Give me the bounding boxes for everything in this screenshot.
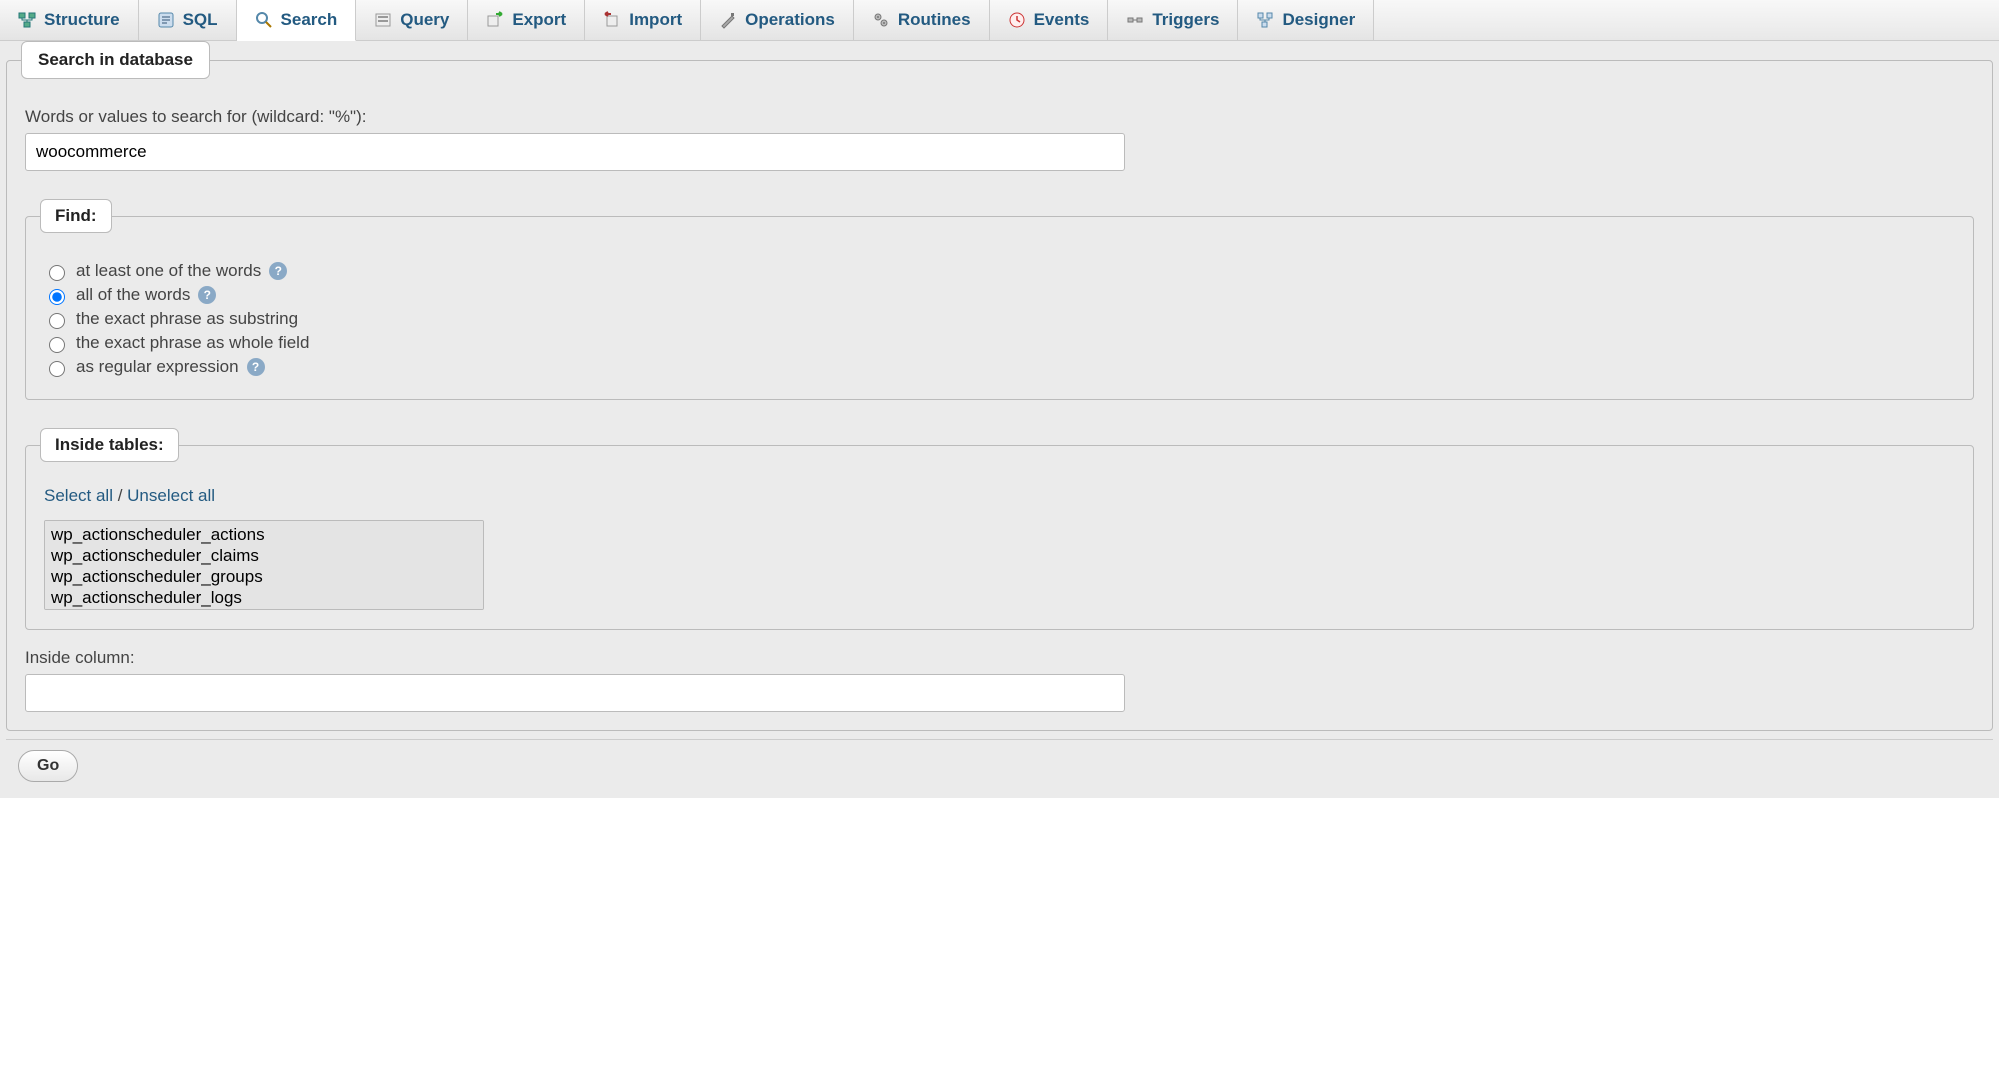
tables-multiselect[interactable]: wp_actionscheduler_actions wp_actionsche…: [44, 520, 484, 610]
find-option-radio-1[interactable]: [49, 289, 65, 305]
table-option[interactable]: wp_actionscheduler_claims: [49, 546, 479, 567]
tab-routines[interactable]: Routines: [854, 0, 990, 40]
search-icon: [255, 11, 273, 29]
go-button[interactable]: Go: [18, 750, 78, 782]
help-icon[interactable]: ?: [247, 358, 265, 376]
events-icon: [1008, 11, 1026, 29]
tab-structure[interactable]: Structure: [0, 0, 139, 40]
tab-label: Structure: [44, 10, 120, 30]
tab-sql[interactable]: SQL: [139, 0, 237, 40]
tab-label: Designer: [1282, 10, 1355, 30]
table-option[interactable]: wp_actionscheduler_groups: [49, 567, 479, 588]
content-area: Search in database Words or values to se…: [0, 41, 1999, 798]
tab-label: Operations: [745, 10, 835, 30]
routines-icon: [872, 11, 890, 29]
sql-icon: [157, 11, 175, 29]
tab-label: Triggers: [1152, 10, 1219, 30]
import-icon: [603, 11, 621, 29]
footer-bar: Go: [6, 739, 1993, 792]
tab-label: Events: [1034, 10, 1090, 30]
top-tabs: Structure SQL Search Query Export Import: [0, 0, 1999, 41]
structure-icon: [18, 11, 36, 29]
tab-label: Query: [400, 10, 449, 30]
export-icon: [486, 11, 504, 29]
help-icon[interactable]: ?: [198, 286, 216, 304]
select-links: Select all / Unselect all: [44, 486, 1955, 506]
inside-column-label: Inside column:: [25, 648, 1974, 668]
tab-label: Search: [281, 10, 338, 30]
tab-triggers[interactable]: Triggers: [1108, 0, 1238, 40]
separator: /: [113, 486, 127, 505]
triggers-icon: [1126, 11, 1144, 29]
unselect-all-link[interactable]: Unselect all: [127, 486, 215, 505]
table-option[interactable]: wp_actionscheduler_logs: [49, 588, 479, 609]
tab-query[interactable]: Query: [356, 0, 468, 40]
tab-import[interactable]: Import: [585, 0, 701, 40]
find-option-label: all of the words: [76, 285, 190, 305]
find-legend: Find:: [40, 199, 112, 233]
find-fieldset: Find: at least one of the words ? all of…: [25, 199, 1974, 400]
operations-icon: [719, 11, 737, 29]
find-option-radio-0[interactable]: [49, 265, 65, 281]
table-option[interactable]: wp_actionscheduler_actions: [49, 525, 479, 546]
designer-icon: [1256, 11, 1274, 29]
find-option-label: the exact phrase as whole field: [76, 333, 309, 353]
search-words-input[interactable]: [25, 133, 1125, 171]
tab-label: SQL: [183, 10, 218, 30]
tab-label: Export: [512, 10, 566, 30]
find-option-radio-3[interactable]: [49, 337, 65, 353]
find-option-label: at least one of the words: [76, 261, 261, 281]
tab-designer[interactable]: Designer: [1238, 0, 1374, 40]
tab-events[interactable]: Events: [990, 0, 1109, 40]
query-icon: [374, 11, 392, 29]
tab-operations[interactable]: Operations: [701, 0, 854, 40]
help-icon[interactable]: ?: [269, 262, 287, 280]
words-label: Words or values to search for (wildcard:…: [25, 107, 1974, 127]
find-option-radio-4[interactable]: [49, 361, 65, 377]
tab-export[interactable]: Export: [468, 0, 585, 40]
search-in-database-fieldset: Search in database Words or values to se…: [6, 41, 1993, 731]
inside-tables-legend: Inside tables:: [40, 428, 179, 462]
tab-label: Import: [629, 10, 682, 30]
tab-label: Routines: [898, 10, 971, 30]
find-option-radio-2[interactable]: [49, 313, 65, 329]
inside-column-input[interactable]: [25, 674, 1125, 712]
select-all-link[interactable]: Select all: [44, 486, 113, 505]
search-in-database-legend: Search in database: [21, 41, 210, 79]
find-option-label: as regular expression: [76, 357, 239, 377]
tab-search[interactable]: Search: [237, 0, 357, 41]
inside-tables-fieldset: Inside tables: Select all / Unselect all…: [25, 428, 1974, 630]
find-option-label: the exact phrase as substring: [76, 309, 298, 329]
